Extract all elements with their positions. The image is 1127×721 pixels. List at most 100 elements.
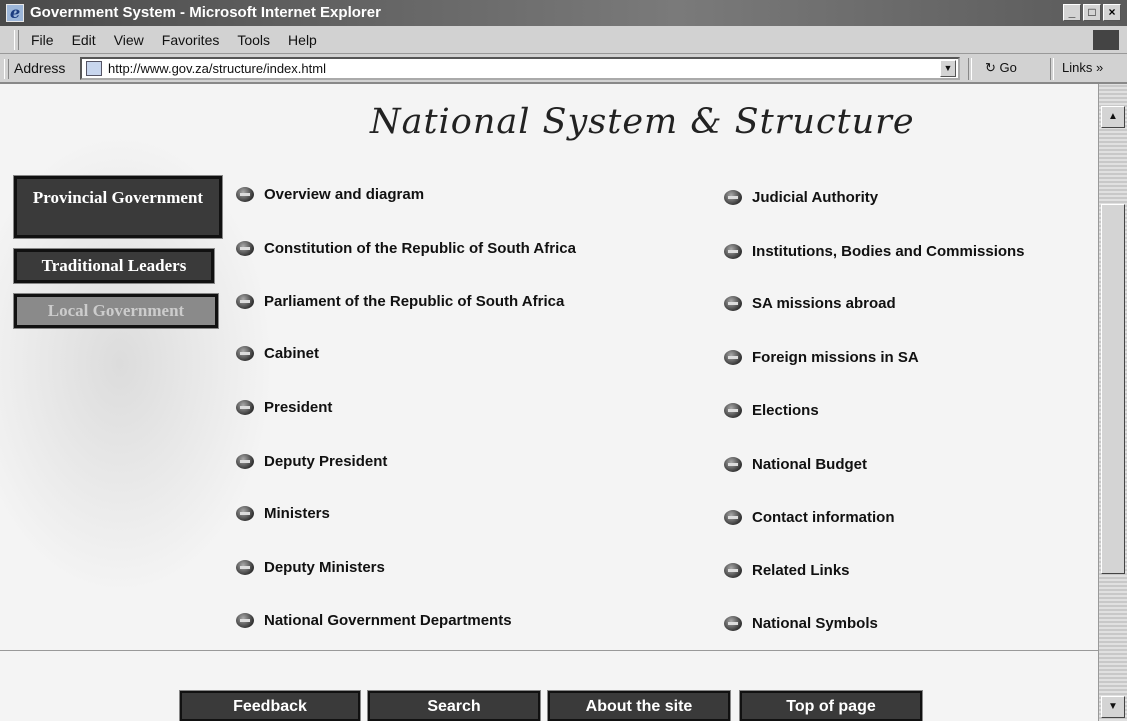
arrow-bullet-icon [724,563,742,578]
local-government-button[interactable]: Local Government [13,293,219,329]
menu-file[interactable]: File [31,32,54,48]
link-cabinet[interactable]: Cabinet [236,345,319,362]
link-label: Related Links [752,562,850,579]
link-label: President [264,399,333,416]
link-label: Elections [752,402,819,419]
address-input[interactable]: http://www.gov.za/structure/index.html ▼ [80,57,960,80]
arrow-bullet-icon [236,400,254,415]
toolbar-grip[interactable] [14,29,19,50]
page-content: National System & Structure Provincial G… [0,84,1098,721]
arrow-bullet-icon [724,616,742,631]
link-label: Contact information [752,509,895,526]
menu-view[interactable]: View [114,32,144,48]
link-judicial-authority[interactable]: Judicial Authority [724,189,878,206]
page-icon [86,61,102,76]
arrow-bullet-icon [236,613,254,628]
go-arrow-icon: ↻ [985,60,996,75]
side-nav-label: Provincial Government [32,188,204,207]
link-label: Cabinet [264,345,320,362]
go-button[interactable]: ↻ Go [985,60,1017,76]
scroll-down-arrow-icon[interactable]: ▼ [1101,696,1125,718]
link-overview[interactable]: Overview and diagram [236,186,424,203]
feedback-button[interactable]: Feedback [179,690,361,721]
link-constitution[interactable]: Constitution of the Republic of South Af… [236,240,576,257]
link-national-budget[interactable]: National Budget [724,456,867,473]
arrow-bullet-icon [724,457,742,472]
link-label: Overview and diagram [264,186,425,203]
link-label: Deputy President [264,453,388,470]
link-contact-information[interactable]: Contact information [724,509,895,526]
divider [0,650,1098,651]
about-the-site-button[interactable]: About the site [547,690,731,721]
minimize-button[interactable]: _ [1063,4,1081,21]
scroll-up-arrow-icon[interactable]: ▲ [1101,106,1125,128]
address-bar: Address http://www.gov.za/structure/inde… [0,54,1127,84]
link-label: National Symbols [752,615,878,632]
link-ministers[interactable]: Ministers [236,505,330,522]
provincial-government-button[interactable]: Provincial Government [13,175,223,239]
vertical-scrollbar[interactable]: ▲ ▼ [1098,84,1127,721]
link-related-links[interactable]: Related Links [724,562,850,579]
arrow-bullet-icon [236,346,254,361]
arrow-bullet-icon [724,190,742,205]
link-foreign-missions[interactable]: Foreign missions in SA [724,349,919,366]
link-sa-missions[interactable]: SA missions abroad [724,295,896,312]
close-button[interactable]: × [1103,4,1121,21]
arrow-bullet-icon [236,187,254,202]
link-label: SA missions abroad [752,295,896,312]
toolbar-grip[interactable] [4,59,9,79]
arrow-bullet-icon [724,350,742,365]
links-button[interactable]: Links » [1062,60,1103,75]
link-label: Deputy Ministers [264,559,385,576]
window-title-bar[interactable]: Government System - Microsoft Internet E… [0,0,1127,26]
arrow-bullet-icon [724,296,742,311]
maximize-button[interactable]: □ [1083,4,1101,21]
chevron-down-icon[interactable]: ▼ [940,60,956,77]
arrow-bullet-icon [236,294,254,309]
link-deputy-ministers[interactable]: Deputy Ministers [236,559,385,576]
link-national-symbols[interactable]: National Symbols [724,615,878,632]
menu-help[interactable]: Help [288,32,317,48]
arrow-bullet-icon [236,241,254,256]
traditional-leaders-button[interactable]: Traditional Leaders [13,248,215,284]
search-button[interactable]: Search [367,690,541,721]
window-controls: _ □ × [1063,4,1121,21]
menu-tools[interactable]: Tools [237,32,270,48]
internet-explorer-icon [6,0,24,26]
menu-edit[interactable]: Edit [72,32,96,48]
background-logo-image [0,94,300,634]
link-label: Constitution of the Republic of South Af… [264,240,576,257]
link-label: Ministers [264,505,330,522]
link-label: National Budget [752,456,867,473]
top-of-page-button[interactable]: Top of page [739,690,923,721]
link-label: Institutions, Bodies and Commissions [752,243,1025,260]
link-label: Foreign missions in SA [752,349,919,366]
go-label: Go [999,60,1017,75]
arrow-bullet-icon [724,510,742,525]
address-url: http://www.gov.za/structure/index.html [108,61,326,76]
windows-logo-icon [1093,30,1119,50]
arrow-bullet-icon [724,244,742,259]
link-institutions[interactable]: Institutions, Bodies and Commissions [724,243,1025,260]
link-president[interactable]: President [236,399,332,416]
link-label: National Government Departments [264,612,512,629]
arrow-bullet-icon [236,454,254,469]
link-elections[interactable]: Elections [724,402,819,419]
page-title: National System & Structure [370,102,915,142]
link-label: Parliament of the Republic of South Afri… [264,293,565,310]
toolbar-separator [1050,58,1054,80]
toolbar-separator [968,58,972,80]
arrow-bullet-icon [236,560,254,575]
link-parliament[interactable]: Parliament of the Republic of South Afri… [236,293,564,310]
side-nav-label: Traditional Leaders [41,256,187,275]
side-nav-label: Local Government [47,301,185,320]
arrow-bullet-icon [724,403,742,418]
scrollbar-thumb[interactable] [1101,204,1125,574]
link-label: Judicial Authority [752,189,879,206]
menu-favorites[interactable]: Favorites [162,32,220,48]
window-title: Government System - Microsoft Internet E… [30,4,381,21]
link-deputy-president[interactable]: Deputy President [236,453,387,470]
arrow-bullet-icon [236,506,254,521]
address-label: Address [14,60,66,76]
link-government-departments[interactable]: National Government Departments [236,612,512,629]
